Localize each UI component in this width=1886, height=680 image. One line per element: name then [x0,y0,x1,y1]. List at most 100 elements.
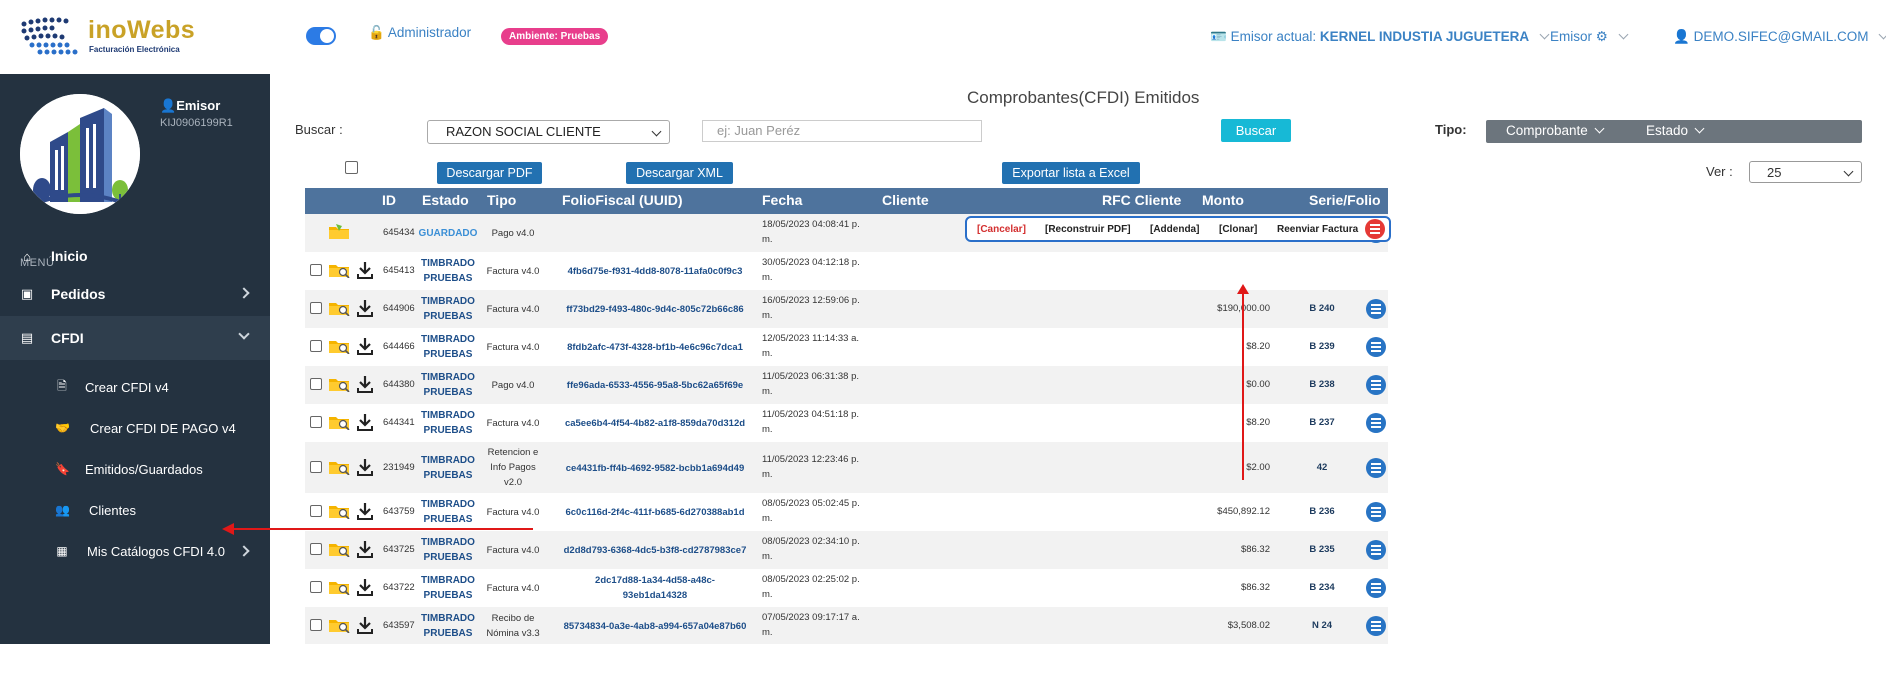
folder-search-icon[interactable] [328,541,350,557]
row-checkbox[interactable] [310,378,322,390]
folder-search-icon[interactable] [328,617,350,633]
cell-id: 643722 [383,582,415,593]
table-row[interactable]: 644466 TIMBRADO PRUEBAS Factura v4.0 8fdb2af… [305,328,1388,366]
search-field-select[interactable]: RAZON SOCIAL CLIENTE [427,120,670,144]
table-row[interactable]: 643597 TIMBRADO PRUEBAS Recibo de Nómina v3.… [305,607,1388,644]
table-row[interactable]: 643759 TIMBRADO PRUEBAS Factura v4.0 6c0c116… [305,493,1388,531]
row-menu-list-icon[interactable] [1366,578,1386,598]
row-menu-list-icon[interactable] [1366,413,1386,433]
folder-search-icon[interactable] [328,262,350,278]
folder-search-icon[interactable] [328,503,350,519]
sidebar-subitem-crear-cfdi[interactable]: 🗎 Crear CFDI v4 [0,367,270,407]
tipo-line: v2.0 [504,477,522,488]
subitem-label: Mis Catálogos CFDI 4.0 [87,543,225,559]
row-checkbox[interactable] [310,543,322,555]
open-folder-icon[interactable] [328,224,350,240]
download-icon[interactable] [357,540,373,558]
row-menu-list-icon[interactable] [1366,337,1386,357]
table-row[interactable]: 644380 TIMBRADO PRUEBAS Pago v4.0 ffe96ada-6… [305,366,1388,404]
row-menu-list-icon[interactable] [1366,616,1386,636]
reenviar-factura-action[interactable]: Reenviar Factura [1277,224,1358,235]
search-input[interactable]: ej: Juan Peréz [702,120,982,142]
cell-tipo: Factura v4.0 [477,264,549,279]
chevron-down-icon [1843,166,1854,177]
table-row[interactable]: 645413 TIMBRADO PRUEBAS Factura v4.0 4fb6d75… [305,252,1388,290]
folder-search-icon[interactable] [328,414,350,430]
folder-search-icon[interactable] [328,459,350,475]
download-icon[interactable] [357,337,373,355]
table-row[interactable]: 231949 TIMBRADO PRUEBAS Retencion e Info Pag… [305,442,1388,493]
folder-search-icon[interactable] [328,338,350,354]
sidebar-subitem-emitidos[interactable]: 🔖 Emitidos/Guardados [0,449,270,489]
row-actions-menu: [Cancelar] [Reconstruir PDF] [Addenda] [… [965,216,1391,242]
estado-dropdown[interactable]: Estado [1646,123,1705,138]
admin-link[interactable]: 🔓 Administrador [368,25,471,41]
download-icon[interactable] [357,616,373,634]
table-row[interactable]: 643725 TIMBRADO PRUEBAS Factura v4.0 d2d8d79… [305,531,1388,569]
download-icon[interactable] [357,502,373,520]
download-icon[interactable] [357,299,373,317]
row-checkbox[interactable] [310,581,322,593]
row-menu-list-icon[interactable] [1366,502,1386,522]
clonar-action[interactable]: [Clonar] [1219,224,1257,235]
fecha-line: 11/05/2023 04:51:18 p. [762,409,860,420]
cell-tipo: Factura v4.0 [477,543,549,558]
sidebar-subitem-crear-pago[interactable]: 🤝 Crear CFDI DE PAGO v4 [0,408,270,448]
row-menu-list-icon[interactable] [1366,457,1386,478]
chevron-down-icon [1539,29,1550,40]
chevron-down-icon [1694,123,1705,134]
emisor-menu-label: Emisor [1550,29,1593,44]
cell-estado: TIMBRADO PRUEBAS [415,573,481,603]
folder-search-icon[interactable] [328,376,350,392]
row-menu-list-icon[interactable] [1366,375,1386,395]
download-icon[interactable] [357,375,373,393]
page-size-select[interactable]: 25 [1749,161,1862,183]
download-icon[interactable] [357,458,373,476]
addenda-action[interactable]: [Addenda] [1150,224,1199,235]
cell-uuid: ca5ee6b4-4f54-4b82-a1f8-859da70d312d [548,416,762,431]
row-checkbox[interactable] [310,460,322,473]
user-menu-dropdown[interactable]: 👤 DEMO.SIFEC@GMAIL.COM [1673,29,1886,45]
estado-line: PRUEBAS [423,349,473,360]
sidebar-item-pedidos[interactable]: ▣ Pedidos [0,272,270,316]
exportar-excel-button[interactable]: Exportar lista a Excel [1002,162,1140,184]
buscar-label: Buscar : [295,122,343,137]
sidebar-subitem-catalogos[interactable]: ▦ Mis Catálogos CFDI 4.0 [0,531,270,571]
sidebar-toggle[interactable] [306,27,336,45]
emisor-actual-dropdown[interactable]: 🪪 Emisor actual: KERNEL INDUSTIA JUGUETE… [1210,29,1550,45]
descargar-xml-button[interactable]: Descargar XML [626,162,733,184]
table-row[interactable]: 643722 TIMBRADO PRUEBAS Factura v4.0 2dc17d8… [305,569,1388,607]
table-row[interactable]: 644906 TIMBRADO PRUEBAS Factura v4.0 ff73bd2… [305,290,1388,328]
row-checkbox[interactable] [310,619,322,631]
row-checkbox[interactable] [310,505,322,517]
folder-search-icon[interactable] [328,579,350,595]
uuid-line: 4fb6d75e-f931-4dd8-8078-11afa0c0f9c3 [567,266,743,277]
row-checkbox[interactable] [310,264,322,276]
emisor-menu-dropdown[interactable]: Emisor ⚙ [1550,29,1629,45]
col-header-cliente: Cliente [882,192,929,208]
unlock-icon: 🔓 [368,25,385,40]
table-row[interactable]: 644341 TIMBRADO PRUEBAS Factura v4.0 ca5ee6b… [305,404,1388,442]
buscar-button[interactable]: Buscar [1221,119,1291,142]
download-icon[interactable] [357,413,373,431]
cell-uuid: ce4431fb-ff4b-4692-9582-bcbb1a694d49 [548,461,762,476]
descargar-pdf-button[interactable]: Descargar PDF [437,162,542,184]
cancelar-action[interactable]: [Cancelar] [977,224,1026,235]
cell-uuid: 6c0c116d-2f4c-411f-b685-6d270388ab1d [548,505,762,520]
sidebar-item-cfdi[interactable]: ▤ CFDI [0,316,270,360]
cell-estado: TIMBRADO PRUEBAS [415,497,481,527]
fecha-line: 16/05/2023 12:59:06 p. [762,295,860,306]
row-checkbox[interactable] [310,416,322,428]
cell-monto: $86.32 [1240,582,1270,593]
row-menu-list-icon[interactable] [1366,540,1386,560]
comprobante-dropdown[interactable]: Comprobante [1506,123,1605,138]
download-icon[interactable] [357,261,373,279]
reconstruir-pdf-action[interactable]: [Reconstruir PDF] [1045,224,1131,235]
row-menu-list-icon[interactable] [1366,299,1386,319]
row-checkbox[interactable] [310,340,322,352]
select-all-checkbox[interactable] [345,161,358,174]
folder-search-icon[interactable] [328,300,350,316]
download-icon[interactable] [357,578,373,596]
row-checkbox[interactable] [310,302,322,314]
row-menu-list-icon-active[interactable] [1365,219,1385,239]
